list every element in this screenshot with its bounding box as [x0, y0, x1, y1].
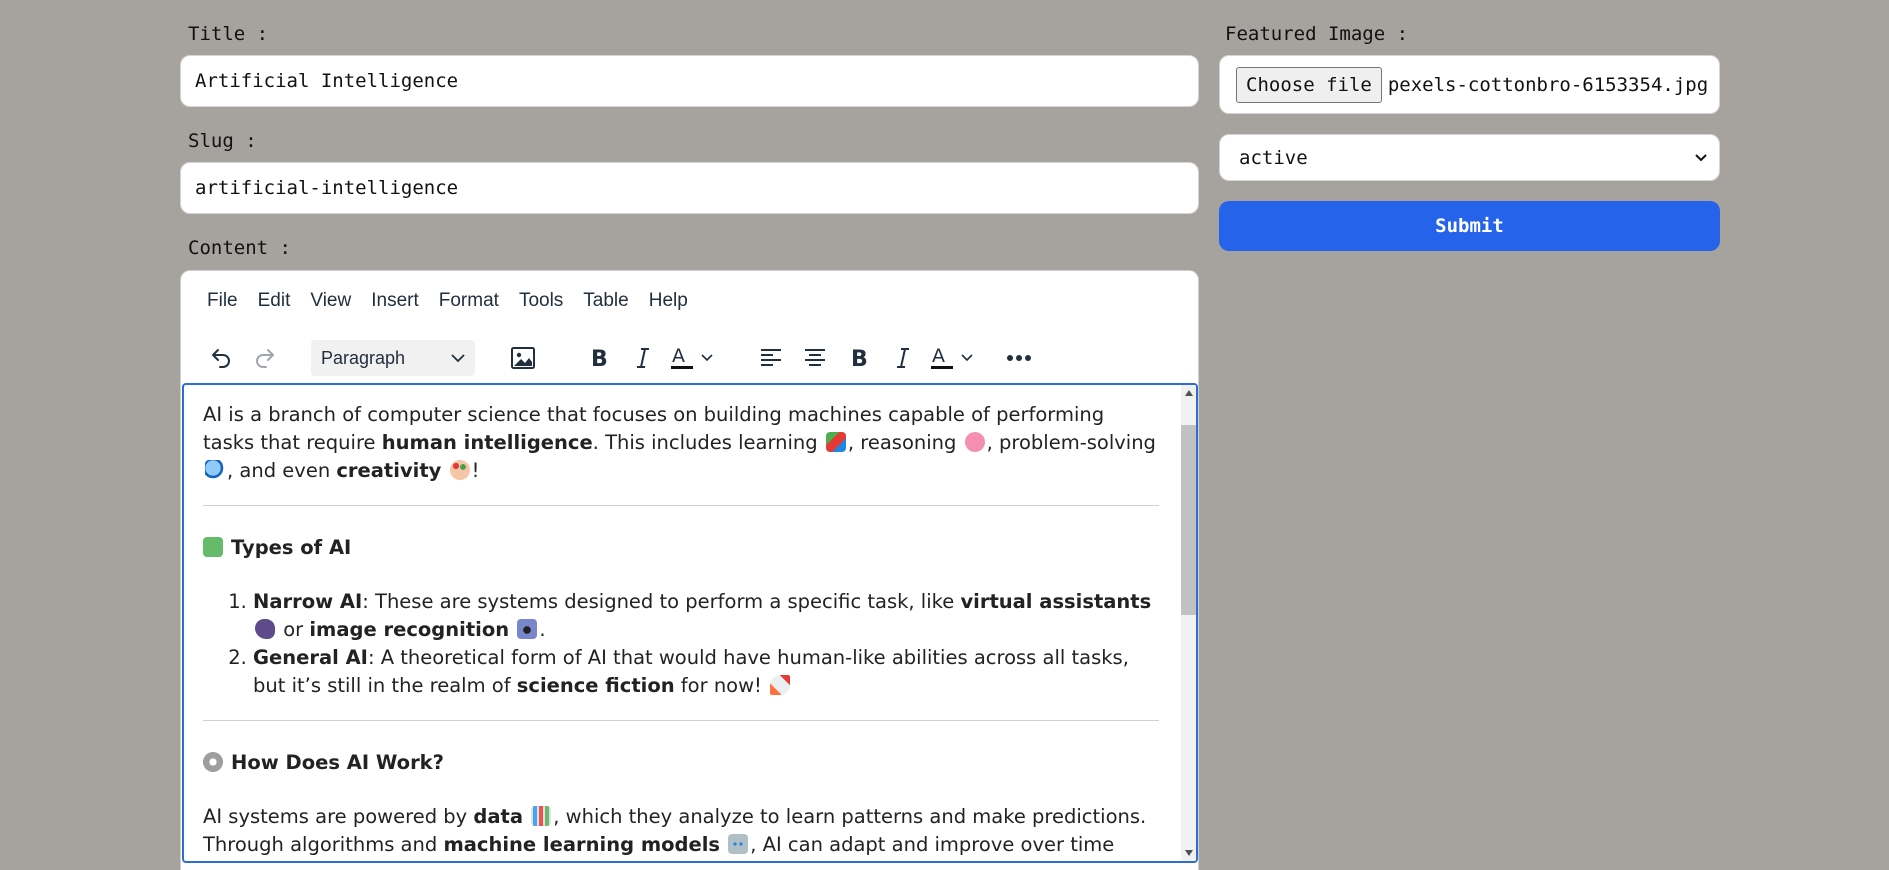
rich-text-editor: File Edit View Insert Format Tools Table… — [180, 270, 1199, 870]
title-label: Title : — [188, 23, 269, 45]
brain-emoji-icon — [964, 432, 985, 452]
more-icon[interactable] — [1001, 340, 1037, 376]
title-input[interactable]: Artificial Intelligence — [180, 55, 1199, 107]
how-paragraph: AI systems are powered by data , which t… — [203, 805, 1147, 856]
magnifier-emoji-icon — [205, 460, 225, 480]
undo-icon[interactable] — [203, 340, 239, 376]
svg-text:B: B — [591, 347, 608, 369]
menu-view[interactable]: View — [310, 290, 351, 312]
editor-toolbar: Paragraph B A B A — [181, 333, 1198, 383]
divider — [203, 720, 1159, 721]
chevron-down-icon — [451, 354, 465, 363]
scroll-up-arrow[interactable] — [1185, 390, 1193, 396]
content-label: Content : — [188, 237, 291, 259]
align-left-icon[interactable] — [753, 340, 789, 376]
editor-body: AI is a branch of computer science that … — [203, 401, 1159, 861]
image-icon[interactable] — [505, 340, 541, 376]
puzzle-emoji-icon — [203, 537, 223, 557]
format-select-value: Paragraph — [321, 347, 406, 368]
palette-emoji-icon — [449, 460, 470, 480]
how-heading: How Does AI Work? — [203, 749, 1159, 777]
editor-scrollbar[interactable] — [1181, 385, 1196, 861]
menu-table[interactable]: Table — [583, 290, 628, 312]
types-heading: Types of AI — [203, 534, 1159, 562]
menu-tools[interactable]: Tools — [519, 290, 563, 312]
svg-text:B: B — [851, 347, 868, 369]
svg-text:A: A — [932, 345, 945, 367]
italic-icon[interactable] — [885, 340, 921, 376]
format-select[interactable]: Paragraph — [311, 340, 475, 376]
slug-input-value: artificial-intelligence — [195, 177, 459, 199]
featured-image-label: Featured Image : — [1225, 23, 1409, 45]
list-item: Narrow AI: These are systems designed to… — [253, 588, 1159, 644]
chevron-down-icon — [1695, 153, 1707, 161]
bold-icon[interactable]: B — [581, 340, 617, 376]
file-name: pexels-cottonbro-6153354.jpg — [1387, 73, 1709, 96]
title-input-value: Artificial Intelligence — [195, 70, 459, 92]
menu-edit[interactable]: Edit — [258, 290, 291, 312]
scroll-down-arrow[interactable] — [1185, 850, 1193, 856]
menu-format[interactable]: Format — [439, 290, 499, 312]
featured-image-input: Choose file pexels-cottonbro-6153354.jpg — [1219, 55, 1720, 114]
bold-icon[interactable]: B — [841, 340, 877, 376]
editor-menubar: File Edit View Insert Format Tools Table… — [181, 285, 708, 317]
text-color-icon[interactable]: A — [669, 340, 719, 376]
slug-input[interactable]: artificial-intelligence — [180, 162, 1199, 214]
choose-file-button[interactable]: Choose file — [1236, 66, 1382, 103]
menu-help[interactable]: Help — [649, 290, 688, 312]
speaking-head-emoji-icon — [255, 619, 275, 639]
menu-file[interactable]: File — [207, 290, 238, 312]
divider — [203, 505, 1159, 506]
svg-text:A: A — [672, 345, 685, 367]
books-emoji-icon — [825, 432, 846, 452]
rocket-emoji-icon — [770, 675, 791, 695]
editor-content-area[interactable]: AI is a branch of computer science that … — [182, 383, 1198, 863]
scroll-thumb[interactable] — [1181, 425, 1196, 615]
status-select-value: active — [1239, 146, 1308, 169]
camera-emoji-icon — [517, 619, 538, 639]
text-color-icon[interactable]: A — [929, 340, 979, 376]
menu-insert[interactable]: Insert — [371, 290, 419, 312]
align-center-icon[interactable] — [797, 340, 833, 376]
submit-button[interactable]: Submit — [1219, 201, 1720, 251]
robot-emoji-icon — [728, 834, 749, 854]
slug-label: Slug : — [188, 130, 257, 152]
bar-chart-emoji-icon — [531, 806, 552, 826]
gear-emoji-icon — [203, 752, 223, 772]
status-select[interactable]: active — [1219, 134, 1720, 181]
intro-paragraph: AI is a branch of computer science that … — [203, 403, 1156, 482]
italic-icon[interactable] — [625, 340, 661, 376]
list-item: General AI: A theoretical form of AI tha… — [253, 644, 1159, 700]
redo-icon[interactable] — [247, 340, 283, 376]
types-list: Narrow AI: These are systems designed to… — [203, 588, 1159, 700]
